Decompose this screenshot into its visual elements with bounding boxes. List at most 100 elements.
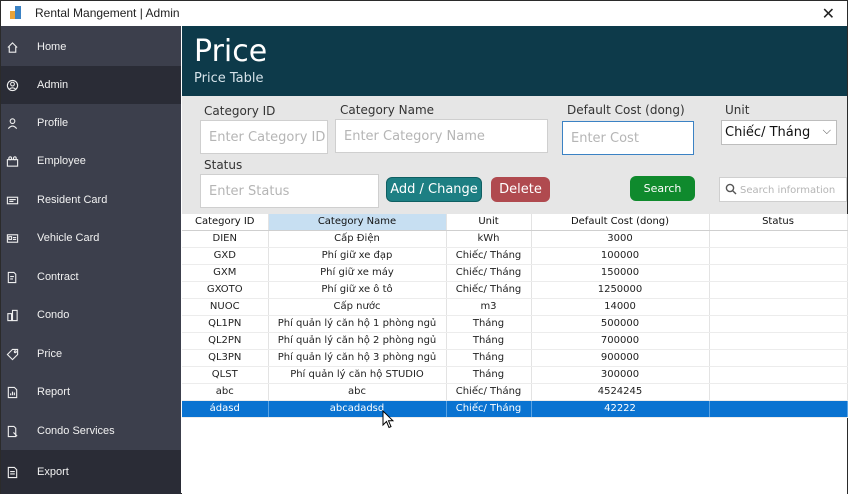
page-subtitle: Price Table bbox=[194, 71, 264, 86]
table-row[interactable]: QL1PN Phí quản lý căn hộ 1 phòng ngủ Tháng… bbox=[182, 315, 848, 333]
table-row[interactable]: NUOC Cấp nước m3 14000 bbox=[182, 298, 848, 316]
table-row[interactable]: abc abc Chiếc/ Tháng 4524245 bbox=[182, 383, 848, 401]
column-header-status[interactable]: Status bbox=[709, 214, 848, 231]
table-row[interactable]: QLST Phí quản lý căn hộ STUDIO Tháng 300000 bbox=[182, 366, 848, 384]
table-cell[interactable]: Phí quản lý căn hộ STUDIO bbox=[268, 366, 447, 384]
status-input[interactable] bbox=[200, 174, 379, 208]
table-cell[interactable]: 500000 bbox=[531, 315, 710, 333]
mouse-cursor-icon bbox=[382, 410, 394, 429]
sidebar-item-export[interactable]: Export bbox=[1, 450, 181, 494]
column-header-category-name[interactable]: Category Name bbox=[268, 214, 447, 231]
table-row[interactable]: ádasd abcadadsd Chiếc/ Tháng 42222 bbox=[182, 400, 848, 418]
table-cell[interactable]: Tháng bbox=[446, 332, 532, 350]
table-cell[interactable]: QLST bbox=[182, 366, 269, 384]
table-cell[interactable]: 14000 bbox=[531, 298, 710, 316]
table-row[interactable]: GXOTO Phí giữ xe ô tô Chiếc/ Tháng 1250000 bbox=[182, 281, 848, 299]
sidebar-item-contract[interactable]: Contract bbox=[1, 258, 181, 296]
category-id-label: Category ID bbox=[204, 104, 276, 118]
table-cell[interactable] bbox=[709, 349, 848, 367]
add-change-button[interactable]: Add / Change bbox=[386, 177, 482, 202]
unit-select[interactable]: Chiếc/ Tháng ⌵ bbox=[721, 120, 837, 145]
table-cell[interactable] bbox=[709, 400, 848, 418]
table-cell[interactable]: QL1PN bbox=[182, 315, 269, 333]
sidebar-item-profile[interactable]: Profile bbox=[1, 104, 181, 142]
table-cell[interactable]: Phí quản lý căn hộ 2 phòng ngủ bbox=[268, 332, 447, 350]
table-cell[interactable]: ádasd bbox=[182, 400, 269, 418]
sidebar-item-employee[interactable]: Employee bbox=[1, 142, 181, 180]
table-cell[interactable]: 100000 bbox=[531, 247, 710, 265]
table-row[interactable]: DIEN Cấp Điện kWh 3000 bbox=[182, 230, 848, 248]
table-cell[interactable]: Chiếc/ Tháng bbox=[446, 400, 532, 418]
table-cell[interactable]: Tháng bbox=[446, 349, 532, 367]
table-cell[interactable] bbox=[709, 332, 848, 350]
table-cell[interactable] bbox=[709, 281, 848, 299]
table-cell[interactable]: Tháng bbox=[446, 366, 532, 384]
table-cell[interactable]: Chiếc/ Tháng bbox=[446, 383, 532, 401]
table-cell[interactable] bbox=[709, 264, 848, 282]
table-cell[interactable] bbox=[709, 383, 848, 401]
table-cell[interactable]: Phí quản lý căn hộ 1 phòng ngủ bbox=[268, 315, 447, 333]
table-cell[interactable]: 1250000 bbox=[531, 281, 710, 299]
table-cell[interactable] bbox=[709, 366, 848, 384]
sidebar-item-condo-services[interactable]: Condo Services bbox=[1, 412, 181, 450]
close-icon[interactable]: ✕ bbox=[822, 4, 835, 24]
table-cell[interactable]: 900000 bbox=[531, 349, 710, 367]
column-header-unit[interactable]: Unit bbox=[446, 214, 532, 231]
sidebar-item-label: Home bbox=[37, 41, 67, 53]
search-button[interactable]: Search bbox=[630, 176, 695, 201]
table-cell[interactable]: Tháng bbox=[446, 315, 532, 333]
table-cell[interactable]: Phí giữ xe đạp bbox=[268, 247, 447, 265]
sidebar-item-condo[interactable]: Condo bbox=[1, 296, 181, 334]
sidebar-item-price[interactable]: Price bbox=[1, 335, 181, 373]
default-cost-input[interactable] bbox=[562, 121, 694, 155]
category-id-input[interactable] bbox=[200, 120, 328, 154]
sidebar-item-report[interactable]: Report bbox=[1, 373, 181, 411]
table-cell[interactable]: GXD bbox=[182, 247, 269, 265]
table-cell[interactable]: DIEN bbox=[182, 230, 269, 248]
table-cell[interactable]: kWh bbox=[446, 230, 532, 248]
table-cell[interactable]: Chiếc/ Tháng bbox=[446, 264, 532, 282]
table-cell[interactable]: Chiếc/ Tháng bbox=[446, 247, 532, 265]
table-row[interactable]: GXD Phí giữ xe đạp Chiếc/ Tháng 100000 bbox=[182, 247, 848, 265]
table-cell[interactable]: QL2PN bbox=[182, 332, 269, 350]
table-cell[interactable]: Chiếc/ Tháng bbox=[446, 281, 532, 299]
table-cell[interactable]: abc bbox=[182, 383, 269, 401]
category-name-input[interactable] bbox=[335, 119, 548, 153]
table-cell[interactable]: Cấp Điện bbox=[268, 230, 447, 248]
table-cell[interactable]: 42222 bbox=[531, 400, 710, 418]
sidebar-item-home[interactable]: Home bbox=[1, 28, 181, 66]
table-cell[interactable]: Phí quản lý căn hộ 3 phòng ngủ bbox=[268, 349, 447, 367]
table-cell[interactable]: NUOC bbox=[182, 298, 269, 316]
sidebar-item-label: Condo Services bbox=[37, 425, 115, 437]
table-cell[interactable] bbox=[709, 247, 848, 265]
table-cell[interactable]: GXOTO bbox=[182, 281, 269, 299]
table-cell[interactable]: QL3PN bbox=[182, 349, 269, 367]
table-cell[interactable]: 700000 bbox=[531, 332, 710, 350]
table-cell[interactable]: Phí giữ xe ô tô bbox=[268, 281, 447, 299]
table-cell[interactable]: Cấp nước bbox=[268, 298, 447, 316]
table-cell[interactable] bbox=[709, 298, 848, 316]
chevron-down-icon: ⌵ bbox=[822, 124, 831, 137]
table-row[interactable]: QL2PN Phí quản lý căn hộ 2 phòng ngủ Tháng… bbox=[182, 332, 848, 350]
delete-button[interactable]: Delete bbox=[491, 177, 550, 202]
sidebar-item-admin[interactable]: Admin bbox=[1, 66, 181, 104]
table-cell[interactable] bbox=[709, 315, 848, 333]
sidebar-item-vehicle-card[interactable]: Vehicle Card bbox=[1, 219, 181, 257]
column-header-category-id[interactable]: Category ID bbox=[182, 214, 269, 231]
table-cell[interactable]: 4524245 bbox=[531, 383, 710, 401]
column-header-default-cost[interactable]: Default Cost (dong) bbox=[531, 214, 710, 231]
table-cell[interactable] bbox=[709, 230, 848, 248]
sidebar-item-resident-card[interactable]: Resident Card bbox=[1, 181, 181, 219]
table-row[interactable]: QL3PN Phí quản lý căn hộ 3 phòng ngủ Tháng… bbox=[182, 349, 848, 367]
sidebar-item-label: Condo bbox=[37, 309, 70, 321]
table-cell[interactable]: abc bbox=[268, 383, 447, 401]
table-cell[interactable]: Phí giữ xe máy bbox=[268, 264, 447, 282]
table-cell[interactable]: 150000 bbox=[531, 264, 710, 282]
table-cell[interactable]: m3 bbox=[446, 298, 532, 316]
table-cell[interactable]: 300000 bbox=[531, 366, 710, 384]
table-row[interactable]: GXM Phí giữ xe máy Chiếc/ Tháng 150000 bbox=[182, 264, 848, 282]
table-cell[interactable]: abcadadsd bbox=[268, 400, 447, 418]
search-input[interactable] bbox=[740, 181, 846, 199]
table-cell[interactable]: GXM bbox=[182, 264, 269, 282]
table-cell[interactable]: 3000 bbox=[531, 230, 710, 248]
